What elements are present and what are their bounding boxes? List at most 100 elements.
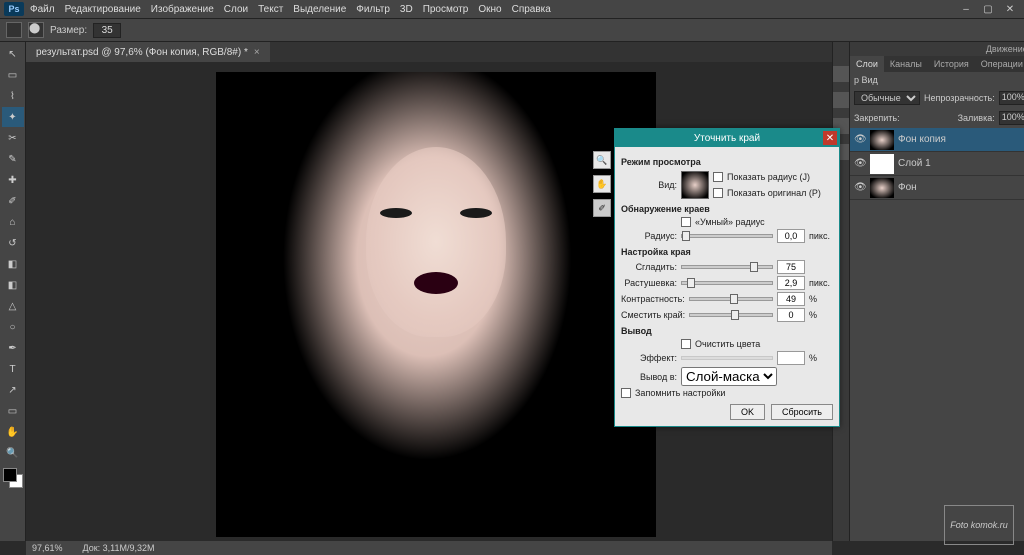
reset-button[interactable]: Сбросить (771, 404, 833, 420)
visibility-icon[interactable]: 👁 (854, 182, 866, 194)
tab-channels[interactable]: Каналы (884, 56, 928, 72)
ok-button[interactable]: OK (730, 404, 765, 420)
show-radius-checkbox[interactable] (713, 172, 723, 182)
window-maximize-icon[interactable]: ▢ (978, 2, 998, 16)
document-tab-title: результат.psd @ 97,6% (Фон копия, RGB/8#… (36, 47, 248, 58)
smooth-slider[interactable] (681, 265, 773, 269)
hand-tool-dialog-icon[interactable]: ✋ (593, 175, 611, 193)
quick-select-tool-icon[interactable]: ✦ (2, 107, 24, 127)
layer-name[interactable]: Фон копия (898, 134, 946, 145)
layer-row[interactable]: 👁 Слой 1 (850, 152, 1024, 176)
layer-thumbnail[interactable] (870, 130, 894, 150)
visibility-icon[interactable]: 👁 (854, 158, 866, 170)
stamp-tool-icon[interactable]: ⌂ (2, 212, 24, 232)
path-tool-icon[interactable]: ↗ (2, 380, 24, 400)
layer-name[interactable]: Слой 1 (898, 158, 931, 169)
refine-brush-tool-icon[interactable]: ✐ (593, 199, 611, 217)
marquee-tool-icon[interactable]: ▭ (2, 65, 24, 85)
smooth-field[interactable] (777, 260, 805, 274)
close-tab-icon[interactable]: × (254, 47, 260, 58)
visibility-icon[interactable]: 👁 (854, 134, 866, 146)
menu-image[interactable]: Изображение (151, 4, 214, 15)
decontaminate-checkbox[interactable] (681, 339, 691, 349)
menu-select[interactable]: Выделение (293, 4, 346, 15)
layer-thumbnail[interactable] (870, 154, 894, 174)
fill-label: Заливка: (958, 113, 995, 123)
output-section-heading: Вывод (621, 326, 833, 336)
tool-preset-icon[interactable] (6, 22, 22, 38)
contrast-slider[interactable] (689, 297, 773, 301)
menu-help[interactable]: Справка (512, 4, 551, 15)
fill-field[interactable]: 100% (999, 111, 1024, 125)
feather-slider[interactable] (681, 281, 773, 285)
window-close-icon[interactable]: ✕ (1000, 2, 1020, 16)
menu-edit[interactable]: Редактирование (65, 4, 141, 15)
opacity-field[interactable]: 100% (999, 91, 1024, 105)
shift-field[interactable] (777, 308, 805, 322)
healing-tool-icon[interactable]: ✚ (2, 170, 24, 190)
contrast-unit: % (809, 294, 833, 304)
blur-tool-icon[interactable]: △ (2, 296, 24, 316)
remember-checkbox[interactable] (621, 388, 631, 398)
layer-row[interactable]: 👁 Фон копия (850, 128, 1024, 152)
refine-edge-dialog: 🔍 ✋ ✐ Уточнить край ✕ Режим просмотра Ви… (614, 128, 840, 427)
menu-window[interactable]: Окно (478, 4, 501, 15)
layer-name[interactable]: Фон (898, 182, 917, 193)
foreground-color-swatch[interactable] (3, 468, 17, 482)
radius-slider[interactable] (681, 234, 773, 238)
color-panel-icon[interactable] (833, 66, 849, 82)
size-field[interactable]: 35 (93, 23, 121, 38)
dialog-title: Уточнить край (694, 133, 760, 144)
output-to-select[interactable]: Слой-маска (681, 367, 777, 386)
eraser-tool-icon[interactable]: ◧ (2, 254, 24, 274)
brush-preview-icon[interactable]: ⬤ (28, 22, 44, 38)
shift-label: Сместить край: (621, 310, 685, 320)
contrast-label: Контрастность: (621, 294, 685, 304)
output-to-label: Вывод в: (621, 372, 677, 382)
lasso-tool-icon[interactable]: ⌇ (2, 86, 24, 106)
zoom-tool-icon[interactable]: 🔍 (2, 443, 24, 463)
tab-history[interactable]: История (928, 56, 975, 72)
right-panels: Движение Слои Каналы История Операции p … (832, 42, 1024, 541)
canvas[interactable] (216, 72, 656, 537)
move-tool-icon[interactable]: ↖ (2, 44, 24, 64)
zoom-tool-dialog-icon[interactable]: 🔍 (593, 151, 611, 169)
hand-tool-icon[interactable]: ✋ (2, 422, 24, 442)
doc-info[interactable]: Док: 3,11M/9,32M (83, 543, 155, 553)
zoom-level[interactable]: 97,61% (32, 543, 63, 553)
history-brush-tool-icon[interactable]: ↺ (2, 233, 24, 253)
menu-3d[interactable]: 3D (400, 4, 413, 15)
tab-actions[interactable]: Операции (975, 56, 1024, 72)
menu-view[interactable]: Просмотр (423, 4, 469, 15)
color-swatches[interactable] (3, 468, 23, 488)
dodge-tool-icon[interactable]: ○ (2, 317, 24, 337)
menu-filter[interactable]: Фильтр (356, 4, 390, 15)
eyedropper-tool-icon[interactable]: ✎ (2, 149, 24, 169)
radius-field[interactable] (777, 229, 805, 243)
menu-layers[interactable]: Слои (224, 4, 248, 15)
menu-text[interactable]: Текст (258, 4, 283, 15)
shift-slider[interactable] (689, 313, 773, 317)
brush-tool-icon[interactable]: ✐ (2, 191, 24, 211)
smart-radius-checkbox[interactable] (681, 217, 691, 227)
window-minimize-icon[interactable]: – (956, 2, 976, 16)
shape-tool-icon[interactable]: ▭ (2, 401, 24, 421)
layer-thumbnail[interactable] (870, 178, 894, 198)
gradient-tool-icon[interactable]: ◧ (2, 275, 24, 295)
tab-layers[interactable]: Слои (850, 56, 884, 72)
layer-row[interactable]: 👁 Фон (850, 176, 1024, 200)
dialog-close-icon[interactable]: ✕ (823, 131, 837, 145)
crop-tool-icon[interactable]: ✂ (2, 128, 24, 148)
size-label: Размер: (50, 25, 87, 36)
feather-field[interactable] (777, 276, 805, 290)
type-tool-icon[interactable]: T (2, 359, 24, 379)
document-tab[interactable]: результат.psd @ 97,6% (Фон копия, RGB/8#… (26, 42, 270, 62)
show-original-checkbox[interactable] (713, 188, 723, 198)
swatches-panel-icon[interactable] (833, 92, 849, 108)
pen-tool-icon[interactable]: ✒ (2, 338, 24, 358)
contrast-field[interactable] (777, 292, 805, 306)
dialog-title-bar[interactable]: Уточнить край ✕ (615, 129, 839, 147)
menu-file[interactable]: Файл (30, 4, 55, 15)
view-mode-thumbnail[interactable] (681, 171, 709, 199)
blend-mode-select[interactable]: Обычные (854, 91, 920, 105)
